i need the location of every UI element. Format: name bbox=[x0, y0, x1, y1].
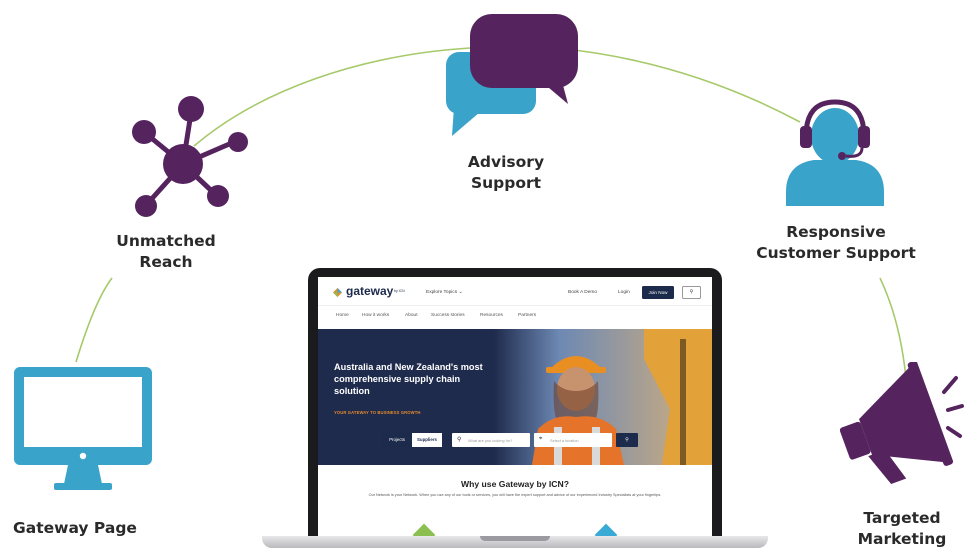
gateway-logo-icon bbox=[333, 288, 342, 297]
customer-support-line-2: Customer Support bbox=[756, 244, 916, 262]
why-use-title: Why use Gateway by ICN? bbox=[461, 479, 569, 489]
menu-item-success-stories[interactable]: Success stories bbox=[431, 313, 465, 318]
location-pin-icon: ⌖ bbox=[539, 436, 543, 442]
header-search-button[interactable]: ⚲ bbox=[682, 286, 701, 299]
headset-agent-icon bbox=[786, 99, 884, 206]
join-now-button[interactable]: Join Now bbox=[642, 286, 674, 299]
feature-tile-right bbox=[594, 523, 618, 536]
hero-title: Australia and New Zealand's most compreh… bbox=[334, 362, 483, 396]
targeted-marketing-line-1: Targeted bbox=[863, 509, 941, 527]
menu-item-about[interactable]: About bbox=[405, 313, 418, 318]
search-location-input[interactable]: ⌖ Select a location bbox=[534, 433, 612, 447]
hero-tagline: YOUR GATEWAY TO BUSINESS GROWTH bbox=[334, 410, 421, 415]
laptop-lid: gateway by ICN Explore Topics ⌄ Book A D… bbox=[308, 268, 722, 536]
laptop: gateway by ICN Explore Topics ⌄ Book A D… bbox=[262, 268, 768, 550]
targeted-marketing-label: Targeted Marketing bbox=[840, 508, 964, 550]
menu-item-home[interactable]: Home bbox=[336, 313, 349, 318]
customer-support-label: Responsive Customer Support bbox=[740, 222, 932, 264]
login-link[interactable]: Login bbox=[618, 290, 630, 295]
advisory-support-label: Advisory Support bbox=[430, 152, 582, 194]
search-what-input[interactable]: ⚲ What are you looking for? bbox=[452, 433, 530, 447]
tab-suppliers[interactable]: Suppliers bbox=[412, 433, 442, 447]
gateway-page-label: Gateway Page bbox=[13, 519, 137, 537]
explore-topics-dropdown[interactable]: Explore Topics ⌄ bbox=[426, 290, 462, 295]
chat-bubbles-icon bbox=[446, 14, 578, 136]
site-header: gateway by ICN Explore Topics ⌄ Book A D… bbox=[318, 277, 712, 305]
unmatched-reach-label: Unmatched Reach bbox=[90, 231, 242, 273]
search-icon: ⚲ bbox=[457, 437, 462, 443]
menu-item-how-it-works[interactable]: How it works bbox=[362, 313, 389, 318]
unmatched-reach-line-2: Reach bbox=[139, 253, 193, 271]
search-icon: ⚲ bbox=[625, 437, 629, 443]
search-icon: ⚲ bbox=[689, 289, 694, 295]
targeted-marketing-line-2: Marketing bbox=[857, 530, 947, 548]
hero-banner: Australia and New Zealand's most compreh… bbox=[318, 329, 712, 465]
advisory-support-line-1: Advisory bbox=[467, 153, 545, 171]
book-demo-link[interactable]: Book A Demo bbox=[568, 290, 597, 295]
menu-item-partners[interactable]: Partners bbox=[518, 313, 536, 318]
search-submit-button[interactable]: ⚲ bbox=[616, 433, 638, 447]
gateway-logo-text[interactable]: gateway bbox=[346, 284, 393, 298]
customer-support-line-1: Responsive bbox=[786, 223, 886, 241]
laptop-notch bbox=[480, 536, 550, 541]
menu-item-resources[interactable]: Resources bbox=[480, 313, 503, 318]
unmatched-reach-line-1: Unmatched bbox=[116, 232, 216, 250]
tab-projects[interactable]: Projects bbox=[382, 433, 412, 447]
search-location-placeholder: Select a location bbox=[550, 437, 579, 443]
network-icon bbox=[132, 96, 248, 217]
website-screen: gateway by ICN Explore Topics ⌄ Book A D… bbox=[318, 277, 712, 536]
megaphone-icon bbox=[839, 362, 964, 485]
site-menu: Home How it works About Success stories … bbox=[318, 305, 712, 330]
advisory-support-line-2: Support bbox=[470, 174, 542, 192]
gateway-logo-suffix: by ICN bbox=[394, 289, 405, 293]
feature-tile-left bbox=[412, 523, 436, 536]
search-what-placeholder: What are you looking for? bbox=[468, 437, 513, 443]
monitor-icon bbox=[14, 367, 152, 490]
why-use-body: Our Network is your Network. When you us… bbox=[368, 493, 662, 497]
